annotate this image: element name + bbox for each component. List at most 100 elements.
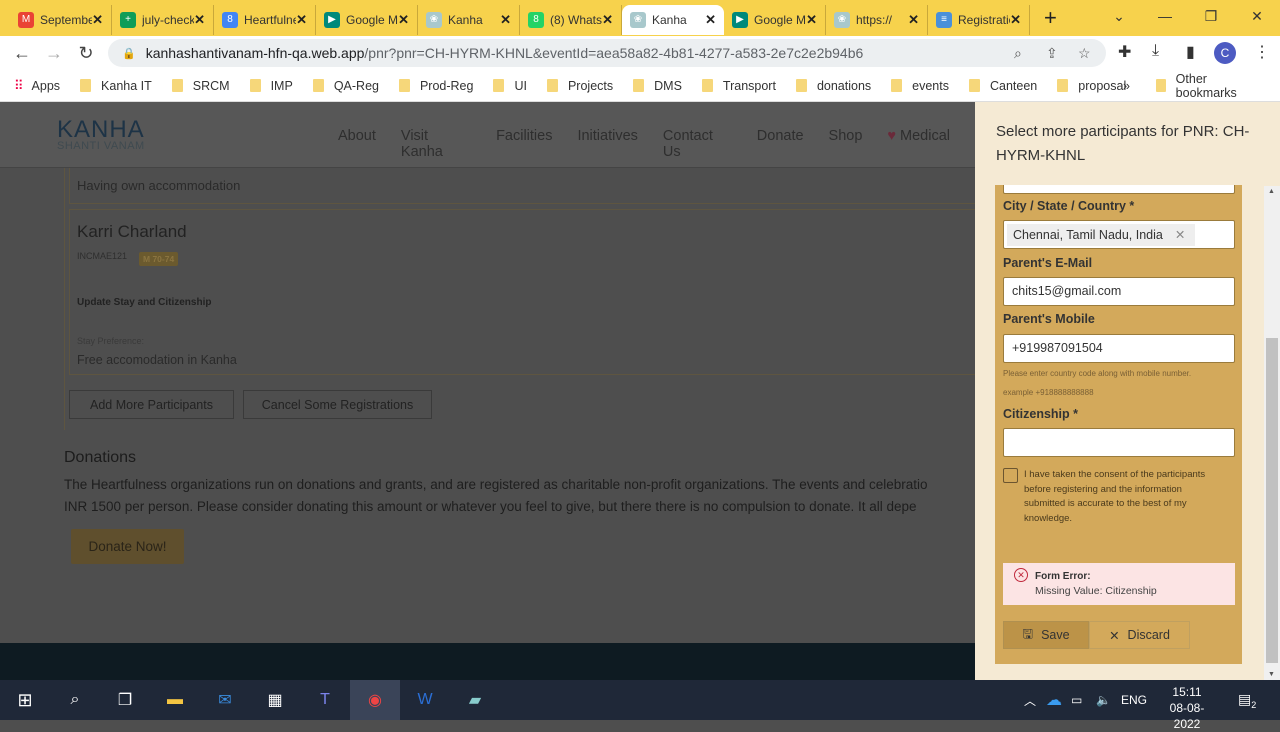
close-tab-icon[interactable]: ✕ xyxy=(398,12,409,28)
new-tab-icon[interactable]: + xyxy=(1044,5,1057,31)
battery-icon[interactable]: ▭ xyxy=(1071,693,1082,707)
scrollbar-thumb[interactable] xyxy=(1266,338,1278,663)
nav-link[interactable]: Donate xyxy=(757,128,804,160)
browser-tab[interactable]: 8Heartfulness✕ xyxy=(214,5,316,35)
mobile-label: Parent's Mobile xyxy=(1003,312,1095,326)
update-stay-link[interactable]: Update Stay and Citizenship xyxy=(77,297,211,308)
bookmark-folder[interactable]: proposal xyxy=(1057,79,1126,93)
bookmark-folder[interactable]: Projects xyxy=(546,79,613,93)
close-tab-icon[interactable]: ✕ xyxy=(1010,12,1021,28)
close-tab-icon[interactable]: ✕ xyxy=(705,12,716,28)
browser-tab[interactable]: ≡Registration✕ xyxy=(928,5,1030,35)
close-tab-icon[interactable]: ✕ xyxy=(806,12,817,28)
close-tab-icon[interactable]: ✕ xyxy=(908,12,919,28)
close-tab-icon[interactable]: ✕ xyxy=(194,12,205,28)
menu-icon[interactable]: ⋮ xyxy=(1254,42,1270,62)
notifications-icon[interactable]: ▤2 xyxy=(1238,691,1256,710)
minimize-icon[interactable]: — xyxy=(1142,0,1188,32)
bookmark-apps[interactable]: ⠿ Apps xyxy=(14,78,60,94)
share-icon[interactable]: ⇪ xyxy=(1046,45,1058,62)
bookmark-folder[interactable]: events xyxy=(891,79,949,93)
divider xyxy=(64,168,65,430)
avatar[interactable]: C xyxy=(1214,42,1236,64)
previous-input[interactable] xyxy=(1003,185,1235,194)
url-input[interactable]: 🔒 kanhashantivanam-hfn-qa.web.app/pnr?pn… xyxy=(108,39,1106,67)
clock[interactable]: 15:11 08-08-2022 xyxy=(1158,684,1216,732)
browser-tab[interactable]: ▶Google Meet✕ xyxy=(316,5,418,35)
restore-icon[interactable]: ❐ xyxy=(1188,0,1234,32)
bookmark-folder[interactable]: Prod-Reg xyxy=(398,79,473,93)
nav-link[interactable]: Facilities xyxy=(496,128,552,160)
close-tab-icon[interactable]: ✕ xyxy=(602,12,613,28)
cancel-registrations-button[interactable]: Cancel Some Registrations xyxy=(243,390,432,419)
scroll-down-icon[interactable]: ▼ xyxy=(1268,671,1275,678)
nav-link[interactable]: Initiatives xyxy=(577,128,637,160)
lotus-icon: ❀ xyxy=(834,12,850,28)
chrome-icon[interactable]: ◉ xyxy=(350,680,400,720)
word-icon[interactable]: W xyxy=(400,680,450,720)
mail-icon[interactable]: ✉ xyxy=(200,680,250,720)
download-icon[interactable]: ⤓ xyxy=(1152,42,1159,60)
citizenship-input[interactable] xyxy=(1003,428,1235,457)
browser-tab[interactable]: MSeptember✕ xyxy=(10,5,112,35)
back-icon[interactable]: ← xyxy=(6,43,38,64)
bookmark-folder[interactable]: donations xyxy=(795,79,871,93)
consent-checkbox[interactable] xyxy=(1003,468,1018,483)
volume-icon[interactable]: 🔈 xyxy=(1096,693,1111,707)
search-icon[interactable]: ⌕ xyxy=(50,680,100,720)
panel-scrollbar[interactable]: ▲ ▼ xyxy=(1264,186,1280,680)
bookmark-folder[interactable]: SRCM xyxy=(171,79,230,93)
teams-icon[interactable]: T xyxy=(300,680,350,720)
zoom-icon[interactable]: ⌕ xyxy=(1014,45,1022,62)
file-explorer-icon[interactable]: ▬ xyxy=(150,680,200,720)
forward-icon[interactable]: → xyxy=(38,43,70,64)
side-panel-icon[interactable]: ▮ xyxy=(1186,42,1195,62)
nav-link[interactable]: Medical xyxy=(900,128,950,160)
notepad-icon[interactable]: ▰ xyxy=(450,680,500,720)
extensions-icon[interactable]: ✚ xyxy=(1118,42,1131,62)
nav-link[interactable]: About xyxy=(338,128,376,160)
browser-tab[interactable]: ▶Google Meet✕ xyxy=(724,5,826,35)
nav-link[interactable]: Visit Kanha xyxy=(401,128,471,160)
star-icon[interactable]: ☆ xyxy=(1078,45,1091,62)
more-bookmarks[interactable]: » xyxy=(1123,79,1130,93)
email-input[interactable]: chits15@gmail.com xyxy=(1003,277,1235,306)
task-view-icon[interactable]: ❐ xyxy=(100,680,150,720)
close-window-icon[interactable]: ✕ xyxy=(1234,0,1280,32)
save-button[interactable]: 🖫 Save xyxy=(1003,621,1089,649)
site-footer xyxy=(0,643,975,680)
browser-tab[interactable]: ❀ https://✕ xyxy=(826,5,928,35)
tray-chevron-icon[interactable]: ︿ xyxy=(1024,692,1036,709)
nav-link[interactable]: Shop xyxy=(829,128,863,160)
city-input[interactable]: Chennai, Tamil Nadu, India ✕ xyxy=(1003,220,1235,249)
bookmark-folder[interactable]: Kanha IT xyxy=(80,79,152,93)
language-indicator[interactable]: ENG xyxy=(1121,693,1147,707)
mobile-input[interactable]: +919987091504 xyxy=(1003,334,1235,363)
bookmark-folder[interactable]: QA-Reg xyxy=(312,79,379,93)
browser-tab[interactable]: 8(8) WhatsApp✕ xyxy=(520,5,622,35)
browser-tab[interactable]: +july-checklist✕ xyxy=(112,5,214,35)
tab-search-icon[interactable]: ⌄ xyxy=(1096,0,1142,32)
onedrive-icon[interactable]: ☁ xyxy=(1046,690,1062,710)
scroll-up-icon[interactable]: ▲ xyxy=(1268,188,1275,195)
bookmark-folder[interactable]: DMS xyxy=(633,79,682,93)
bookmark-folder[interactable]: Canteen xyxy=(969,79,1037,93)
browser-tab[interactable]: ❀ Kanha ✕ xyxy=(418,5,520,35)
close-tab-icon[interactable]: ✕ xyxy=(296,12,307,28)
bookmark-folder[interactable]: IMP xyxy=(249,79,293,93)
url-path: /pnr?pnr=CH-HYRM-KHNL&eventId=aea58a82-4… xyxy=(364,45,864,61)
browser-tab[interactable]: ❀ Kanha ✕ xyxy=(622,5,724,35)
add-more-participants-button[interactable]: Add More Participants xyxy=(69,390,234,419)
remove-city-icon[interactable]: ✕ xyxy=(1175,228,1185,242)
reload-icon[interactable]: ↻ xyxy=(70,43,102,64)
donate-now-button[interactable]: Donate Now! xyxy=(71,529,184,564)
other-bookmarks[interactable]: Other bookmarks xyxy=(1156,72,1260,100)
discard-button[interactable]: ✕ Discard xyxy=(1089,621,1190,649)
close-tab-icon[interactable]: ✕ xyxy=(92,12,103,28)
nav-link[interactable]: Contact Us xyxy=(663,128,732,160)
store-icon[interactable]: ▦ xyxy=(250,680,300,720)
bookmark-folder[interactable]: UI xyxy=(493,79,527,93)
bookmark-folder[interactable]: Transport xyxy=(701,79,776,93)
close-tab-icon[interactable]: ✕ xyxy=(500,12,511,28)
windows-start-icon[interactable]: ⊞ xyxy=(0,680,50,720)
